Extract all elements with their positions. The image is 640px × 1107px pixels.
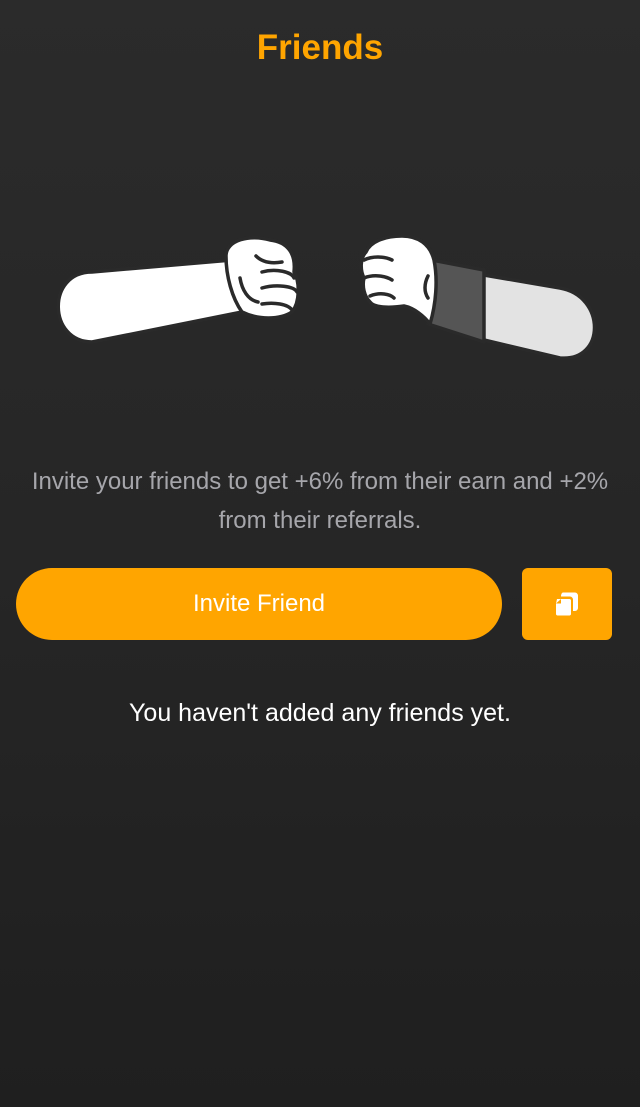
- copy-link-button[interactable]: [522, 568, 612, 640]
- left-fist-icon: [56, 235, 300, 344]
- right-fist-icon: [359, 234, 597, 360]
- copy-icon: [554, 591, 580, 617]
- no-friends-message: You haven't added any friends yet.: [129, 699, 511, 727]
- invite-description: Invite your friends to get +6% from thei…: [31, 468, 609, 534]
- fist-bump-illustration: [0, 220, 640, 380]
- page-title: Friends: [256, 28, 384, 67]
- invite-friend-button[interactable]: Invite Friend: [16, 568, 502, 640]
- invite-friend-button-label: Invite Friend: [192, 590, 326, 617]
